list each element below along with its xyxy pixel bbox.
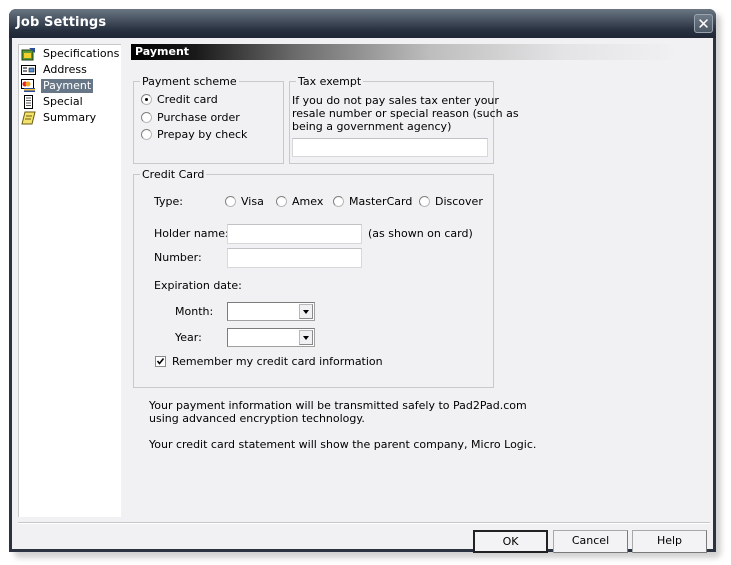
credit-card-group: Credit Card Type: Visa Amex MasterCard D… xyxy=(133,168,494,388)
holder-name-input[interactable] xyxy=(227,224,362,244)
payment-card-icon xyxy=(21,79,36,93)
billing-note: Your credit card statement will show the… xyxy=(149,438,537,451)
radio-visa[interactable]: Visa xyxy=(225,195,264,208)
tax-exempt-description-3: being a government agency) xyxy=(292,120,452,133)
special-list-icon xyxy=(21,95,36,109)
sidebar-item-summary[interactable]: Summary xyxy=(21,110,98,126)
tax-exempt-group: Tax exempt If you do not pay sales tax e… xyxy=(289,75,519,164)
page-title: Payment xyxy=(135,45,190,58)
radio-label: Amex xyxy=(292,195,324,208)
address-card-icon xyxy=(21,63,36,77)
month-label: Month: xyxy=(175,305,214,318)
expiration-date-label: Expiration date: xyxy=(154,279,242,292)
group-label: Credit Card xyxy=(140,168,207,181)
security-note-line-1: Your payment information will be transmi… xyxy=(149,399,527,412)
sidebar-item-label: Payment xyxy=(41,79,94,93)
radio-circle[interactable] xyxy=(333,196,344,207)
radio-label: MasterCard xyxy=(349,195,413,208)
radio-amex[interactable]: Amex xyxy=(276,195,323,208)
tax-exempt-description-1: If you do not pay sales tax enter your xyxy=(292,94,499,107)
sidebar-item-label: Address xyxy=(43,63,87,76)
tax-exempt-description-2: resale number or special reason (such as xyxy=(292,107,519,120)
summary-notepad-icon xyxy=(21,111,36,125)
title-bar[interactable]: Job Settings ✕ xyxy=(9,9,716,38)
button-separator xyxy=(18,522,710,524)
radio-purchase-order[interactable]: Purchase order xyxy=(141,111,240,124)
radio-label: Discover xyxy=(435,195,483,208)
holder-name-label: Holder name: xyxy=(154,227,229,240)
radio-discover[interactable]: Discover xyxy=(419,195,483,208)
checkmark-icon xyxy=(156,358,165,365)
remember-card-label: Remember my credit card information xyxy=(172,355,383,368)
radio-circle[interactable] xyxy=(276,196,287,207)
close-button[interactable]: ✕ xyxy=(694,14,713,33)
page-header: Payment xyxy=(131,44,673,60)
job-settings-dialog: Job Settings ✕ Specifications Address Pa… xyxy=(9,9,716,553)
year-label: Year: xyxy=(175,331,202,344)
cancel-button[interactable]: Cancel xyxy=(553,530,628,553)
close-icon: ✕ xyxy=(697,15,710,33)
sidebar-item-address[interactable]: Address xyxy=(21,62,89,78)
radio-circle[interactable] xyxy=(141,129,152,140)
sidebar-item-payment[interactable]: Payment xyxy=(21,78,94,94)
tax-exempt-input[interactable] xyxy=(292,138,488,157)
holder-name-hint: (as shown on card) xyxy=(368,227,473,240)
radio-prepay-by-check[interactable]: Prepay by check xyxy=(141,128,247,141)
sidebar-item-label: Special xyxy=(43,95,83,108)
help-button[interactable]: Help xyxy=(632,530,707,553)
sidebar-item-label: Summary xyxy=(43,111,97,124)
radio-circle[interactable] xyxy=(141,112,152,123)
specifications-icon xyxy=(21,47,36,61)
sidebar-item-specifications[interactable]: Specifications xyxy=(21,46,121,62)
sidebar-item-special[interactable]: Special xyxy=(21,94,85,110)
ok-button[interactable]: OK xyxy=(473,530,548,553)
radio-label: Purchase order xyxy=(157,111,240,124)
group-label: Tax exempt xyxy=(296,75,364,88)
card-number-label: Number: xyxy=(154,251,202,264)
radio-mastercard[interactable]: MasterCard xyxy=(333,195,412,208)
chevron-down-icon[interactable] xyxy=(299,330,313,345)
dialog-client-area: Specifications Address Payment Special S… xyxy=(12,38,713,553)
card-type-label: Type: xyxy=(154,195,183,208)
remember-card-checkbox[interactable] xyxy=(155,356,166,367)
month-select[interactable] xyxy=(227,302,315,321)
year-select[interactable] xyxy=(227,328,315,347)
sidebar-item-label: Specifications xyxy=(43,47,120,60)
radio-label: Visa xyxy=(241,195,264,208)
radio-circle[interactable] xyxy=(419,196,430,207)
settings-nav-list: Specifications Address Payment Special S… xyxy=(18,44,121,517)
chevron-down-icon[interactable] xyxy=(299,304,313,319)
radio-circle[interactable] xyxy=(141,94,152,105)
radio-credit-card[interactable]: Credit card xyxy=(141,93,218,106)
security-note-line-2: using advanced encryption technology. xyxy=(149,412,365,425)
group-label: Payment scheme xyxy=(140,75,239,88)
radio-circle[interactable] xyxy=(225,196,236,207)
window-title: Job Settings xyxy=(16,15,107,30)
radio-label: Prepay by check xyxy=(157,128,248,141)
card-number-input[interactable] xyxy=(227,248,362,268)
payment-scheme-group: Payment scheme Credit card Purchase orde… xyxy=(133,75,284,164)
radio-label: Credit card xyxy=(157,93,218,106)
